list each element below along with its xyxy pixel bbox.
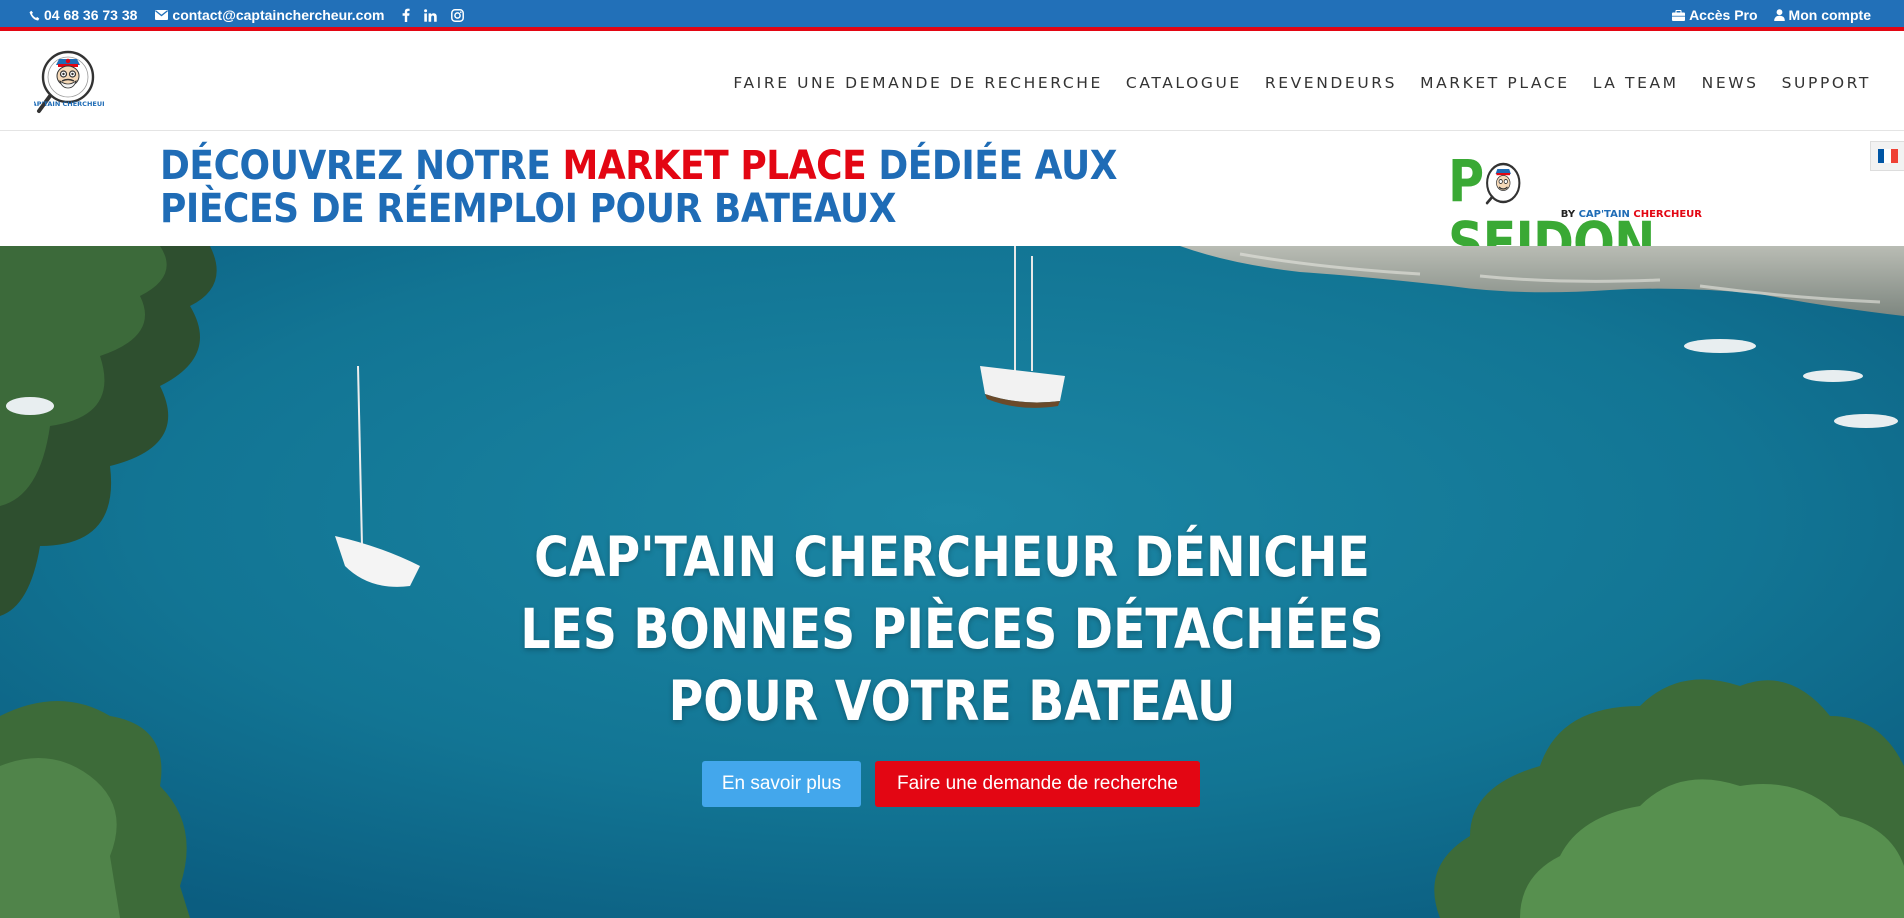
phone-link[interactable]: 04 68 36 73 38 [29,7,137,23]
market-place-banner[interactable]: DÉCOUVREZ NOTRE MARKET PLACE DÉDIÉE AUX … [0,132,1904,274]
poseidon-tagline: BY CAP'TAIN CHERCHEUR [1561,209,1702,220]
nav-search-request[interactable]: FAIRE UNE DEMANDE DE RECHERCHE [733,74,1103,92]
hero-title: CAP'TAIN CHERCHEUR DÉNICHE LES BONNES PI… [0,521,1904,737]
email-link[interactable]: contact@captainchercheur.com [155,7,384,23]
nav-team[interactable]: LA TEAM [1593,74,1679,92]
nav-catalogue[interactable]: CATALOGUE [1126,74,1242,92]
poseidon-by-red: CHERCHEUR [1633,209,1702,220]
nav-resellers[interactable]: REVENDEURS [1265,74,1397,92]
banner-title-highlight: MARKET PLACE [562,143,867,189]
hero-buttons: En savoir plus Faire une demande de rech… [702,761,1200,807]
top-bar: 04 68 36 73 38 contact@captainchercheur.… [0,0,1904,31]
briefcase-icon [1672,9,1686,21]
pro-access-link[interactable]: Accès Pro [1672,7,1758,23]
banner-title-part1: DÉCOUVREZ NOTRE [160,143,563,189]
email-address: contact@captainchercheur.com [172,7,385,23]
my-account-link[interactable]: Mon compte [1773,7,1871,23]
logo-wordmark: CAP'TAIN CHERCHEUR [34,100,104,108]
poseidon-by-blue: CAP'TAIN [1578,209,1634,220]
main-nav: FAIRE UNE DEMANDE DE RECHERCHE CATALOGUE… [733,74,1871,92]
phone-number: 04 68 36 73 38 [44,7,138,23]
site-logo[interactable]: CAP'TAIN CHERCHEUR [27,47,107,119]
phone-icon [29,10,40,21]
envelope-icon [155,10,169,20]
learn-more-button[interactable]: En savoir plus [702,761,861,807]
poseidon-by-label: BY [1560,209,1579,220]
my-account-label: Mon compte [1788,7,1871,23]
instagram-icon[interactable] [451,8,465,22]
hero-title-line-1: CAP'TAIN CHERCHEUR DÉNICHE [534,525,1370,589]
main-header: CAP'TAIN CHERCHEUR FAIRE UNE DEMANDE DE … [0,35,1904,131]
hero-title-line-2: LES BONNES PIÈCES DÉTACHÉES [520,597,1384,661]
linkedin-icon[interactable] [424,8,438,22]
language-switcher[interactable] [1870,141,1904,171]
search-request-button[interactable]: Faire une demande de recherche [875,761,1200,807]
poseidon-letter-p: P [1448,147,1484,215]
pro-access-label: Accès Pro [1689,7,1758,23]
poseidon-o-icon [1484,154,1521,205]
poseidon-logo[interactable]: P SEIDON BY CAP'TAIN CHERCHEUR [1448,147,1708,274]
nav-market-place[interactable]: MARKET PLACE [1420,74,1570,92]
hero-title-line-3: POUR VOTRE BATEAU [668,669,1236,733]
nav-news[interactable]: NEWS [1702,74,1759,92]
banner-title[interactable]: DÉCOUVREZ NOTRE MARKET PLACE DÉDIÉE AUX … [160,145,1159,231]
hero-section: CAP'TAIN CHERCHEUR DÉNICHE LES BONNES PI… [0,246,1904,918]
facebook-icon[interactable] [402,8,411,22]
user-icon [1773,9,1785,21]
france-flag-icon [1877,149,1898,163]
nav-support[interactable]: SUPPORT [1782,74,1871,92]
